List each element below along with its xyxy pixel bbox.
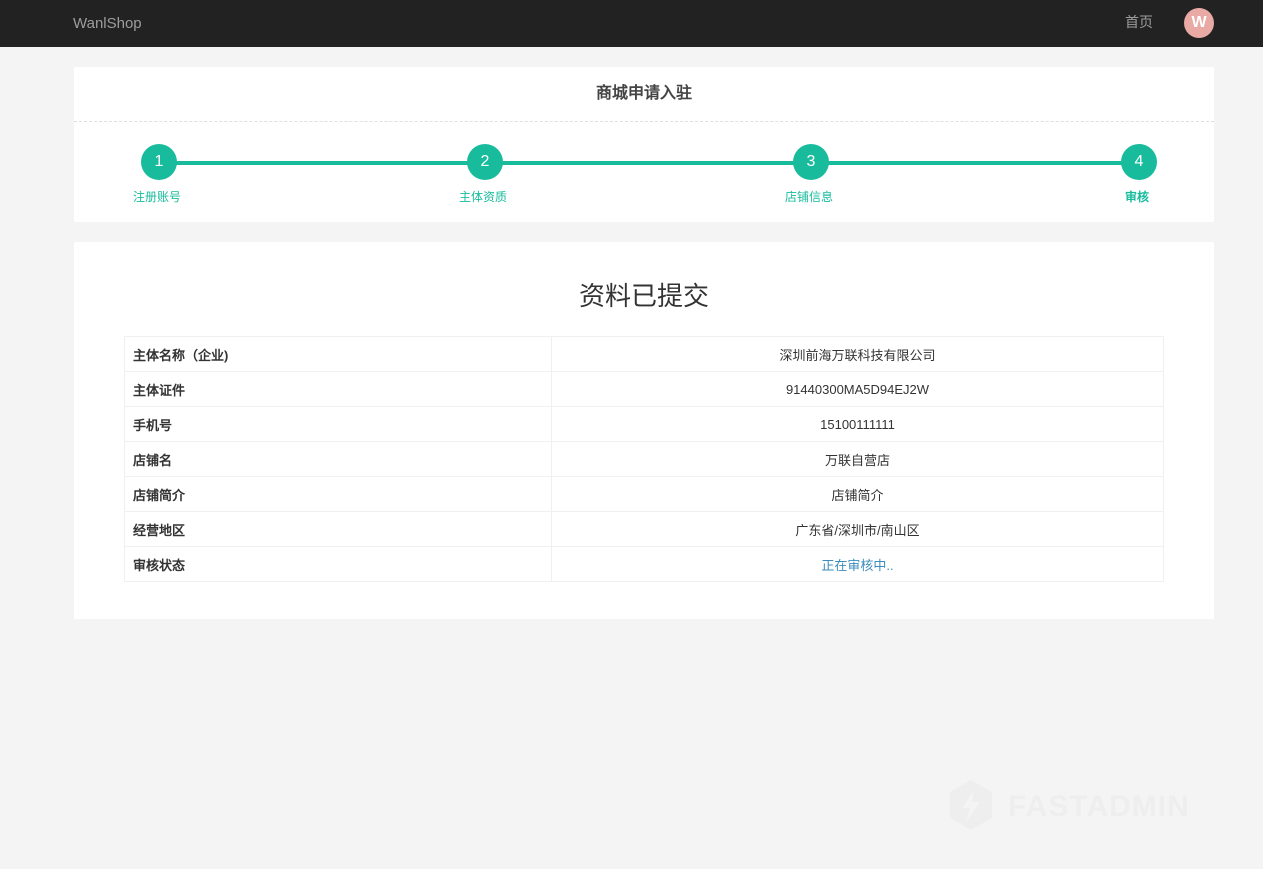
submission-details-table: 主体名称（企业) 深圳前海万联科技有限公司 主体证件 91440300MA5D9… (124, 336, 1164, 582)
top-navbar: WanlShop 首页 W (0, 0, 1263, 47)
field-label: 主体名称（企业) (124, 336, 552, 372)
review-status-value: 正在审核中.. (551, 546, 1164, 582)
field-value: 万联自营店 (551, 441, 1164, 477)
table-row: 经营地区 广东省/深圳市/南山区 (124, 511, 1164, 547)
field-label: 经营地区 (124, 511, 552, 547)
step-circle-4: 4 (1121, 144, 1157, 180)
step-connector-3 (828, 161, 1122, 165)
brand-link[interactable]: WanlShop (73, 0, 142, 47)
step-circle-1: 1 (141, 144, 177, 180)
step-circle-2: 2 (467, 144, 503, 180)
field-label: 店铺简介 (124, 476, 552, 512)
watermark-text: FASTADMIN (1008, 790, 1190, 823)
field-label: 主体证件 (124, 371, 552, 407)
field-value: 深圳前海万联科技有限公司 (551, 336, 1164, 372)
step-label-shop-info: 店铺信息 (784, 190, 833, 204)
table-row: 手机号 15100111111 (124, 406, 1164, 442)
field-value: 91440300MA5D94EJ2W (551, 371, 1164, 407)
application-steps-panel: 商城申请入驻 1 2 3 4 注册账号 主体资质 店铺信息 审核 (74, 67, 1214, 222)
field-value: 广东省/深圳市/南山区 (551, 511, 1164, 547)
table-row: 主体证件 91440300MA5D94EJ2W (124, 371, 1164, 407)
field-label: 手机号 (124, 406, 552, 442)
step-connector-1 (176, 161, 468, 165)
progress-steps: 1 2 3 4 注册账号 主体资质 店铺信息 审核 (74, 122, 1214, 222)
step-label-qualification: 主体资质 (458, 190, 507, 204)
nav-home-link[interactable]: 首页 (1125, 0, 1153, 45)
submission-info-panel: 资料已提交 主体名称（企业) 深圳前海万联科技有限公司 主体证件 9144030… (74, 242, 1214, 619)
field-value: 店铺简介 (551, 476, 1164, 512)
step-label-register: 注册账号 (132, 190, 181, 204)
page-title: 商城申请入驻 (74, 67, 1214, 122)
fastadmin-logo-icon (950, 780, 992, 830)
table-row: 店铺简介 店铺简介 (124, 476, 1164, 512)
step-label-review: 审核 (1124, 190, 1149, 204)
table-row: 主体名称（企业) 深圳前海万联科技有限公司 (124, 336, 1164, 372)
submitted-title: 资料已提交 (578, 281, 709, 311)
field-value: 15100111111 (551, 406, 1164, 442)
field-label: 店铺名 (124, 441, 552, 477)
table-row: 审核状态 正在审核中.. (124, 546, 1164, 582)
table-row: 店铺名 万联自营店 (124, 441, 1164, 477)
user-avatar[interactable]: W (1184, 8, 1214, 38)
field-label: 审核状态 (124, 546, 552, 582)
step-circle-3: 3 (793, 144, 829, 180)
step-connector-2 (502, 161, 794, 165)
fastadmin-watermark: FASTADMIN (946, 778, 1206, 834)
